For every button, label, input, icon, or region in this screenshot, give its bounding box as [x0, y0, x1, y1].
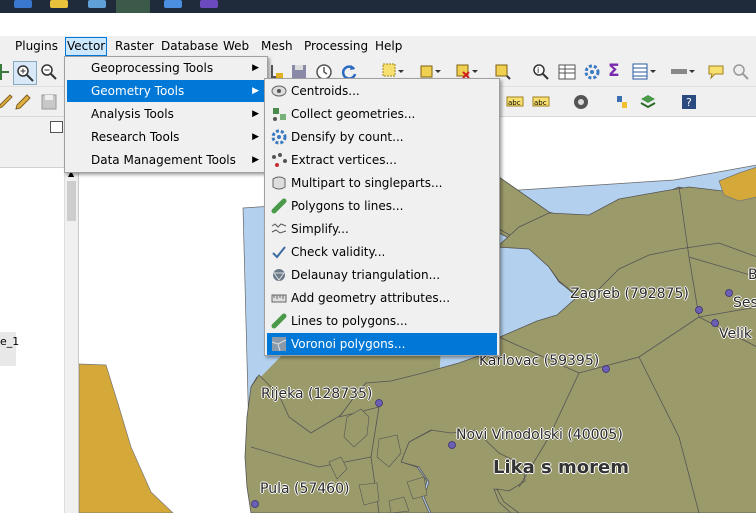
- zoom-out-icon[interactable]: [40, 63, 58, 81]
- menu-bar: Plugins Vector Raster Database Web Mesh …: [0, 36, 756, 57]
- taskbar-app-icon-3[interactable]: [88, 0, 106, 8]
- label-pula: Pula (57460): [260, 481, 350, 497]
- scrollbar-thumb[interactable]: [67, 181, 76, 221]
- layers-panel: [0, 117, 64, 513]
- label-novi-vinodolski: Novi Vinodolski (40005): [456, 427, 623, 443]
- taskbar-app-icon-1[interactable]: [14, 0, 32, 8]
- title-bar: [0, 13, 756, 36]
- menu-plugins[interactable]: Plugins: [14, 38, 59, 55]
- save-layer-icon[interactable]: [40, 93, 58, 111]
- help-icon[interactable]: ?: [680, 93, 698, 111]
- svg-text:abc: abc: [534, 99, 547, 107]
- submenu-arrow-icon: ▶: [252, 155, 259, 165]
- polygons-to-lines-icon: [271, 198, 287, 214]
- extract-vertices-icon: [272, 153, 287, 167]
- menu-database[interactable]: Database: [160, 38, 219, 55]
- menu-item-centroids[interactable]: Centroids...: [267, 80, 497, 102]
- taskbar-app-icon-6[interactable]: [200, 0, 218, 8]
- menu-item-delaunay-triangulation[interactable]: Delaunay triangulation...: [267, 264, 497, 286]
- multipart-icon: [272, 176, 286, 190]
- taskbar: [0, 0, 756, 13]
- zoom-misc-icon[interactable]: [732, 63, 750, 81]
- pula-point: [251, 500, 259, 508]
- menu-item-research-tools[interactable]: Research Tools ▶: [67, 126, 265, 148]
- gear-icon[interactable]: [583, 63, 601, 81]
- taskbar-app-icon-2[interactable]: [50, 0, 68, 8]
- menu-help[interactable]: Help: [374, 38, 403, 55]
- svg-text:i: i: [537, 66, 539, 75]
- menu-item-polygons-to-lines[interactable]: Polygons to lines...: [267, 195, 497, 217]
- field-calculator-icon[interactable]: [632, 63, 656, 81]
- velika-point: [711, 319, 719, 327]
- geometry-tools-submenu: Centroids... Collect geometries... Densi…: [264, 78, 500, 356]
- pencil-icon[interactable]: [0, 93, 14, 111]
- menu-processing[interactable]: Processing: [303, 38, 369, 55]
- delaunay-icon: [273, 269, 285, 281]
- menu-web[interactable]: Web: [222, 38, 250, 55]
- label-pin-icon[interactable]: abc: [532, 93, 550, 111]
- label-tool-icon[interactable]: abc: [506, 93, 524, 111]
- submenu-arrow-icon: ▶: [252, 132, 259, 142]
- submenu-arrow-icon: ▶: [252, 109, 259, 119]
- karlovac-point: [602, 365, 610, 373]
- label-ses-partial: Ses: [733, 295, 756, 311]
- panel-float-icon[interactable]: [50, 121, 63, 133]
- menu-item-extract-vertices[interactable]: Extract vertices...: [267, 149, 497, 171]
- submenu-arrow-icon: ▶: [252, 63, 259, 73]
- annotation-icon[interactable]: [707, 63, 725, 81]
- menu-vector[interactable]: Vector: [65, 37, 108, 56]
- pan-icon[interactable]: [0, 63, 10, 81]
- zagreb-point: [695, 306, 703, 314]
- vector-menu: Geoprocessing Tools ▶ Geometry Tools ▶ Ana…: [64, 56, 268, 173]
- menu-mesh[interactable]: Mesh: [260, 38, 294, 55]
- measure-icon[interactable]: [670, 63, 695, 81]
- rijeka-point: [375, 399, 383, 407]
- label-velika-partial: Velik: [719, 326, 752, 342]
- menu-item-add-geometry-attributes[interactable]: Add geometry attributes...: [267, 287, 497, 309]
- label-rijeka: Rijeka (128735): [261, 386, 373, 402]
- layers-scrollbar[interactable]: ▲: [64, 167, 79, 513]
- layer-item[interactable]: e_1: [0, 332, 19, 366]
- taskbar-qgis-icon[interactable]: [116, 0, 150, 13]
- menu-item-multipart-to-singleparts[interactable]: Multipart to singleparts...: [267, 172, 497, 194]
- menu-item-voronoi-polygons[interactable]: Voronoi polygons...: [267, 333, 497, 355]
- centroids-icon: [271, 85, 287, 97]
- add-geometry-attributes-icon: [271, 294, 287, 303]
- zoom-in-icon[interactable]: [13, 61, 37, 85]
- label-lika-s-morem: Lika s morem: [493, 457, 629, 478]
- svg-text:abc: abc: [508, 99, 521, 107]
- menu-item-data-management-tools[interactable]: Data Management Tools ▶: [67, 149, 265, 171]
- gps-icon[interactable]: [572, 93, 590, 111]
- toggle-editing-icon[interactable]: [14, 93, 32, 111]
- b-city-point: [725, 289, 733, 297]
- menu-item-simplify[interactable]: Simplify...: [267, 218, 497, 240]
- voronoi-icon: [271, 337, 287, 352]
- simplify-icon: [271, 223, 287, 234]
- menu-raster[interactable]: Raster: [114, 38, 155, 55]
- densify-icon: [271, 129, 287, 145]
- layers-panel-header: [0, 117, 64, 168]
- outside-region-west: [79, 363, 174, 513]
- menu-item-lines-to-polygons[interactable]: Lines to polygons...: [267, 310, 497, 332]
- lines-to-polygons-icon: [271, 313, 287, 329]
- plugin-layer-icon[interactable]: [639, 93, 657, 111]
- novi-point: [448, 441, 456, 449]
- menu-item-geoprocessing-tools[interactable]: Geoprocessing Tools ▶: [67, 57, 265, 79]
- menu-item-geometry-tools[interactable]: Geometry Tools ▶: [67, 80, 265, 102]
- collect-geometries-icon: [273, 108, 286, 121]
- submenu-arrow-icon: ▶: [252, 86, 259, 96]
- label-b-partial: B: [748, 267, 756, 283]
- menu-item-check-validity[interactable]: Check validity...: [267, 241, 497, 263]
- attribute-table-icon[interactable]: [558, 63, 576, 81]
- menu-item-densify-by-count[interactable]: Densify by count...: [267, 126, 497, 148]
- check-validity-icon: [272, 246, 286, 259]
- menu-item-analysis-tools[interactable]: Analysis Tools ▶: [67, 103, 265, 125]
- identify-icon[interactable]: i: [532, 63, 550, 81]
- label-zagreb: Zagreb (792875): [570, 286, 689, 302]
- svg-text:?: ?: [686, 96, 692, 109]
- taskbar-app-icon-5[interactable]: [164, 0, 182, 8]
- statistics-icon[interactable]: Σ: [608, 61, 626, 81]
- python-icon[interactable]: [613, 93, 631, 111]
- menu-item-collect-geometries[interactable]: Collect geometries...: [267, 103, 497, 125]
